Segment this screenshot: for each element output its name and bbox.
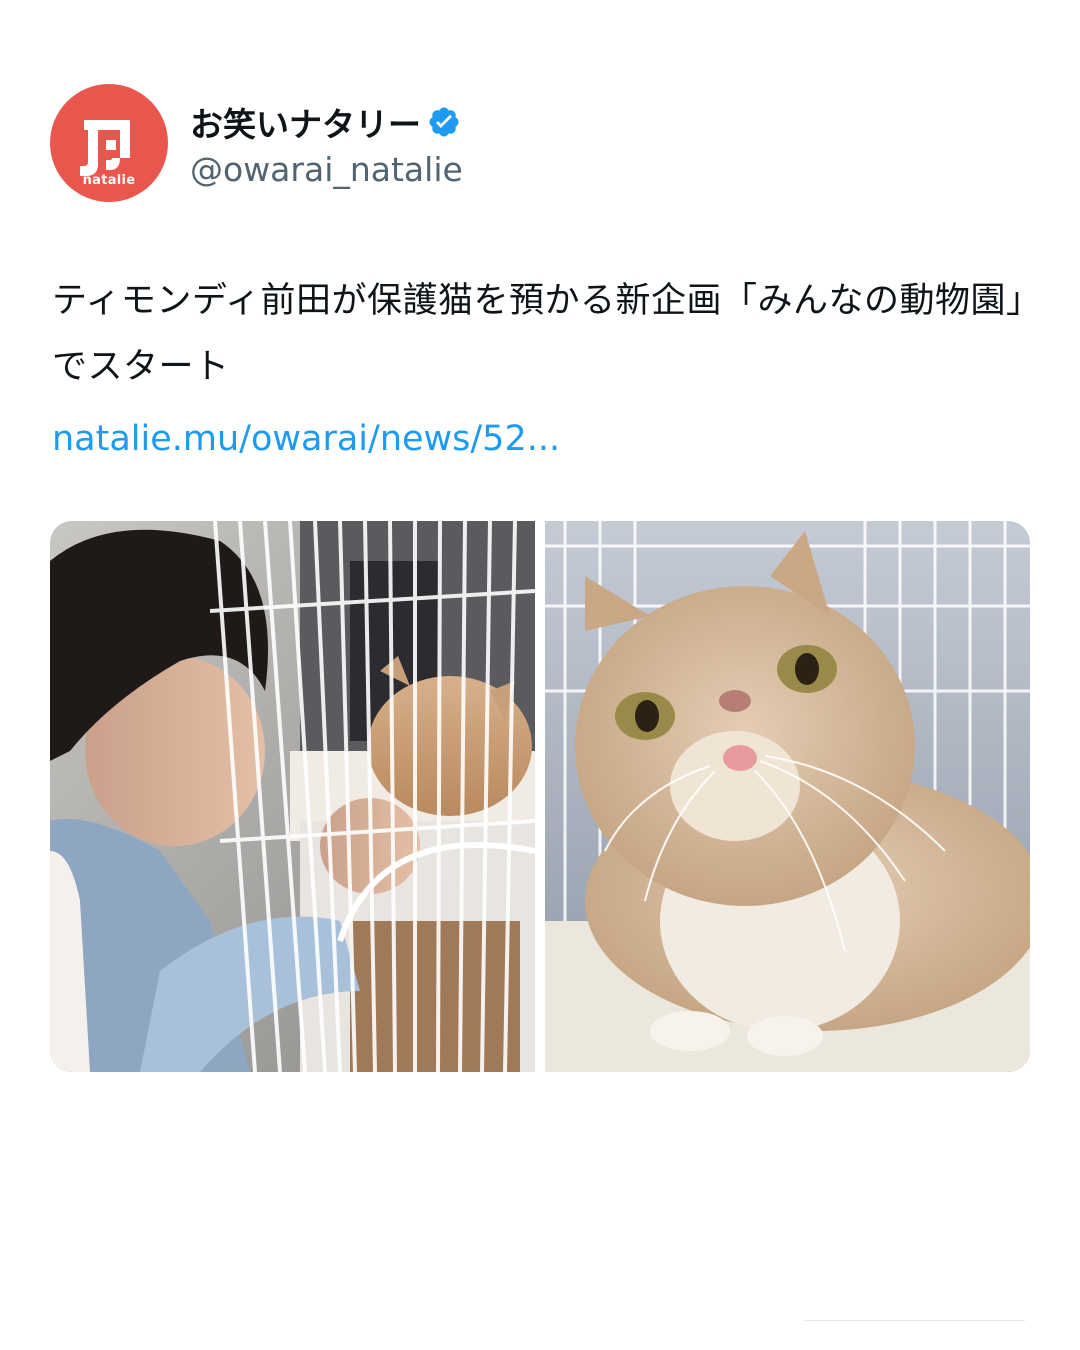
display-name[interactable]: お笑いナタリー: [190, 98, 421, 146]
tweet-media: [50, 521, 1030, 1072]
tweet-link[interactable]: natalie.mu/owarai/news/52...: [52, 406, 560, 472]
avatar-label: natalie: [82, 173, 136, 188]
tweet: natalie お笑いナタリー @owarai_natalie ティモンディ前田…: [0, 0, 1080, 1350]
person-with-cat-photo[interactable]: [50, 521, 535, 1072]
cat-photo[interactable]: [545, 521, 1030, 1072]
verified-badge-icon: [427, 105, 461, 139]
tweet-text: ティモンディ前田が保護猫を預かる新企画「みんなの動物園」でスタート: [52, 281, 1024, 387]
account-identity: お笑いナタリー @owarai_natalie: [190, 98, 463, 189]
account-handle[interactable]: @owarai_natalie: [190, 150, 463, 189]
name-row: お笑いナタリー: [190, 98, 463, 146]
tweet-header: natalie お笑いナタリー @owarai_natalie: [50, 84, 463, 202]
avatar[interactable]: natalie: [50, 84, 168, 202]
bottom-divider: [805, 1320, 1025, 1321]
